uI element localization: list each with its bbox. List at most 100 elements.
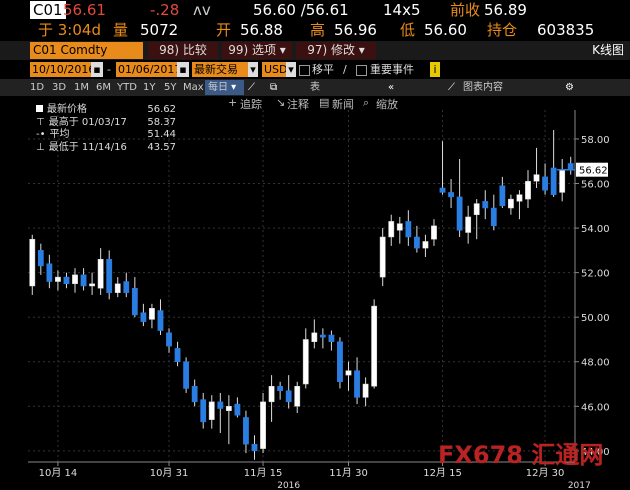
candle-body [482,201,489,209]
y-tick-label: 48.00 [581,358,610,369]
frequency-select[interactable]: 每日 ▾ [205,80,244,95]
chart-content-icon[interactable]: ⟋ [448,80,455,95]
options-menu[interactable]: 99) 选项 ▾ [222,42,292,59]
period-1d[interactable]: 1D [30,80,44,95]
candle-body [507,198,514,209]
open-value: 56.88 [240,21,283,39]
candle[interactable] [379,228,386,286]
legend-swatch [36,105,43,112]
period-1y[interactable]: 1Y [143,80,155,95]
info-icon[interactable]: i [430,62,440,77]
x-year-label: 2016 [277,481,300,490]
prev-close-value: 56.89 [484,1,527,19]
edit-menu[interactable]: 97) 修改 ▾ [296,42,376,59]
settings-icon[interactable]: ⚙ [565,80,574,95]
quote-line-1: C01 56.61 -.28 ᴧᴠ 56.60 /56.61 14x5 前收 5… [0,0,630,20]
currency-dropdown-icon[interactable]: ▾ [286,62,296,77]
x-tick-label: 10月 31 [150,467,189,479]
chart-toolbar: C01 Comdty 98) 比较 99) 选项 ▾ 97) 修改 ▾ K线图 [0,41,630,60]
candle-body [525,181,531,200]
candle-body [490,207,497,227]
candle-body [80,274,87,287]
y-tick-label: 46.00 [581,402,610,413]
candle-body [97,259,104,289]
candle-body [396,223,403,231]
candle-body [217,401,224,409]
chart-content-button[interactable]: 图表内容 [463,80,503,95]
frequency-label: 每日 [208,82,228,93]
table-button[interactable]: 表 [310,80,320,95]
candle-body [533,174,540,182]
period-5y[interactable]: 5Y [164,80,176,95]
candle[interactable] [371,299,378,389]
end-calendar-icon[interactable]: ▪ [177,62,189,77]
end-date-field[interactable]: 01/06/2017 [116,62,181,77]
candle-body [260,401,266,449]
candle-body [388,221,395,238]
candle-body [302,339,309,385]
compare-button[interactable]: 98) 比较 [148,42,218,59]
price-change: -.28 [150,1,180,19]
candle-body [174,348,181,362]
candle-body [542,176,548,191]
candle[interactable] [260,392,266,454]
candle[interactable] [29,234,36,295]
x-year-label: 2017 [568,481,591,490]
candle-body [277,386,284,391]
events-label: 重要事件 [370,63,414,76]
period-6m[interactable]: 6M [96,80,111,95]
smooth-checkbox[interactable] [299,65,310,76]
security-field[interactable]: C01 Comdty [30,42,143,59]
candle-body [516,194,523,202]
collapse-icon[interactable]: « [388,80,394,95]
candle-body [550,167,557,195]
candle-body [37,250,44,267]
candle-body [439,187,446,193]
date-range-row: 10/10/2016 ▪ - 01/06/2017 ▪ 最新交易 ▾ USD ▾… [0,61,630,78]
legend-average: -• 平均 51.44 [36,129,176,140]
candle-body [448,192,454,198]
start-calendar-icon[interactable]: ▪ [91,62,103,77]
candle-body [456,196,463,231]
period-dropdown-icon[interactable]: ▾ [248,62,258,77]
period-ytd[interactable]: YTD [117,80,137,95]
candle-body [294,386,301,407]
candle-body [371,305,378,387]
start-date-field[interactable]: 10/10/2016 [30,62,95,77]
last-price-label: 56.62 [579,166,608,177]
line-chart-icon[interactable]: ⟋ [248,80,255,95]
y-tick-label: 50.00 [581,313,610,324]
candle-body [422,241,429,249]
period-select[interactable]: 最新交易 [192,62,248,77]
legend-high: ⊤ 最高于 01/03/17 58.37 [36,116,176,128]
ticker-symbol[interactable]: C01 [30,1,66,19]
period-bar: 1D 3D 1M 6M YTD 1Y 5Y Max 每日 ▾ ⟋ ⧉ 表 « ⟋… [0,79,630,96]
candle-body [345,370,352,376]
low-label: 低 [400,21,416,39]
candle-chart-icon[interactable]: ⧉ [270,80,277,95]
chart-type-label: K线图 [592,43,624,57]
events-checkbox[interactable] [356,65,367,76]
x-tick-label: 10月 14 [39,467,78,479]
period-3d[interactable]: 3D [52,80,66,95]
candle-body [29,238,36,287]
bid-ask-size: 14x5 [383,1,421,19]
bloomberg-terminal-chart: { "quote": { "ticker": "C01", "last": "5… [0,0,630,490]
currency-select[interactable]: USD [262,62,288,77]
period-max[interactable]: Max [183,80,204,95]
candle-body [243,417,249,445]
candle-body [183,361,190,389]
candle-body [55,276,61,282]
candlestick-chart[interactable]: 44.0046.0048.0050.0052.0054.0056.0058.00… [0,96,630,490]
legend-last: 最新价格 56.62 [36,104,176,117]
quote-line-2: 于 3:04d 量 5072 开 56.88 高 56.96 低 56.60 持… [0,20,630,40]
candle-body [413,236,420,249]
candle[interactable] [337,337,343,389]
candle-body [106,259,113,293]
candle[interactable] [183,357,190,393]
period-1m[interactable]: 1M [74,80,89,95]
candle-body [473,203,480,215]
sparkline-icon: ᴧᴠ [193,1,211,19]
candle-body [140,312,147,322]
pen-icon[interactable]: / [343,62,347,77]
